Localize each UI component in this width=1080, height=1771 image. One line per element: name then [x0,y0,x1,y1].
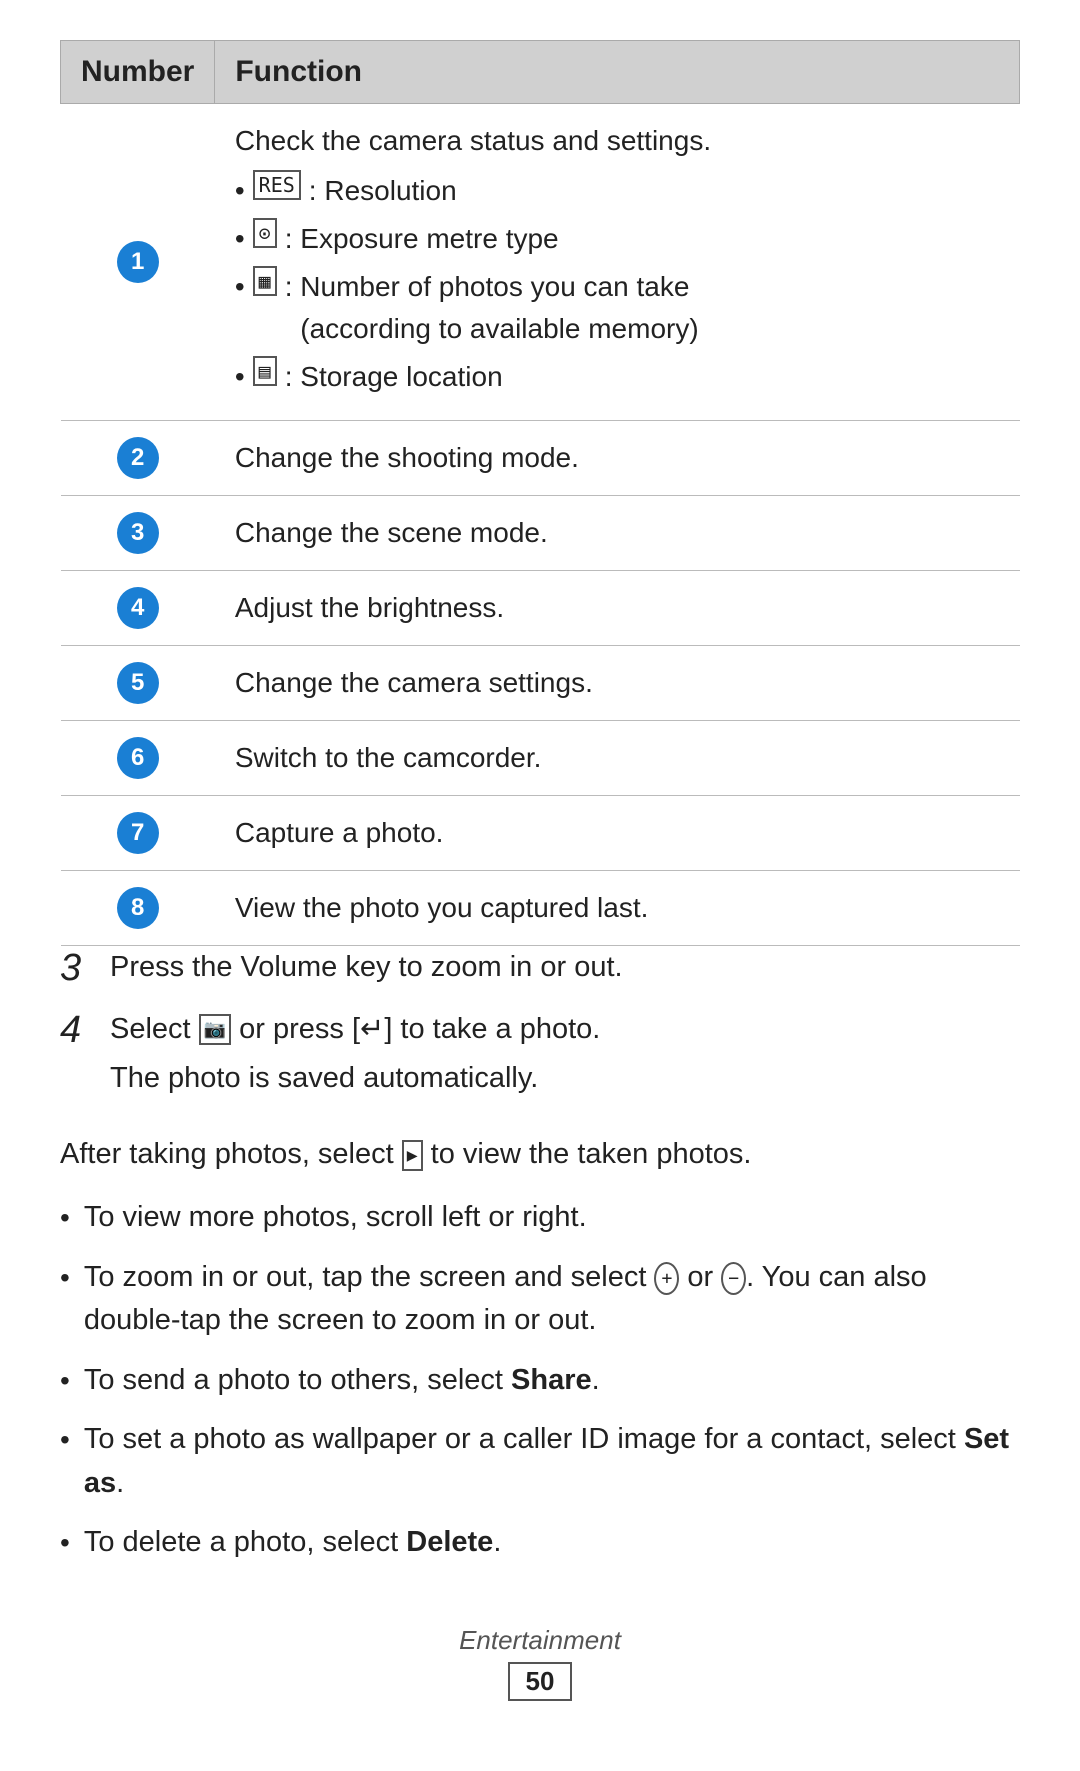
step-4-num: 4 [60,1008,110,1054]
zoom-in-icon: + [654,1262,679,1295]
table-row: 6 Switch to the camcorder. [61,721,1020,796]
bullet-1-3-text: : Number of photos you can take (accordi… [285,266,699,350]
function-5: Change the camera settings. [215,646,1020,721]
bullet-1-4: ▤ : Storage location [235,356,1000,398]
main-table: Number Function 1 Check the camera statu… [60,40,1020,946]
bullet-5-label: To delete a photo, select Delete. [84,1521,502,1565]
function-7-text: Capture a photo. [235,817,444,848]
function-6-text: Switch to the camcorder. [235,742,542,773]
circle-7: 7 [117,812,159,854]
res-icon: RES [253,170,301,200]
function-1-bullets: RES : Resolution ⊙ : Exposure metre type… [235,170,1000,398]
row-num-5: 5 [61,646,215,721]
table-row: 1 Check the camera status and settings. … [61,104,1020,421]
step-4-content: Select 📷 or press [↵] to take a photo. [110,1008,1020,1052]
circle-6: 6 [117,737,159,779]
step-3-num: 3 [60,946,110,992]
row-num-3: 3 [61,496,215,571]
function-4-text: Adjust the brightness. [235,592,504,623]
function-1-text: Check the camera status and settings. [235,125,711,156]
circle-5: 5 [117,662,159,704]
footer-page: 50 [508,1662,573,1701]
bullet-1-label: To view more photos, scroll left or righ… [84,1196,587,1240]
function-8-text: View the photo you captured last. [235,892,649,923]
circle-4: 4 [117,587,159,629]
function-3-text: Change the scene mode. [235,517,548,548]
step-4-sub: The photo is saved automatically. [110,1057,1020,1101]
col-header-function: Function [215,41,1020,104]
camera-icon: 📷 [199,1014,231,1045]
circle-3: 3 [117,512,159,554]
step-3: 3 Press the Volume key to zoom in or out… [60,946,1020,992]
bullet-2-label: To zoom in or out, tap the screen and se… [84,1256,1020,1343]
footer-label: Entertainment [60,1625,1020,1656]
col-header-number: Number [61,41,215,104]
function-7: Capture a photo. [215,796,1020,871]
table-row: 4 Adjust the brightness. [61,571,1020,646]
circle-8: 8 [117,887,159,929]
function-8: View the photo you captured last. [215,871,1020,946]
bullet-4-label: To set a photo as wallpaper or a caller … [84,1418,1020,1505]
zoom-out-icon: − [721,1262,746,1295]
row-num-1: 1 [61,104,215,421]
bullet-item-2: To zoom in or out, tap the screen and se… [60,1256,1020,1343]
exposure-icon: ⊙ [253,218,277,248]
function-2-text: Change the shooting mode. [235,442,579,473]
table-row: 8 View the photo you captured last. [61,871,1020,946]
function-5-text: Change the camera settings. [235,667,593,698]
bullet-3-label: To send a photo to others, select Share. [84,1359,600,1403]
bullet-list: To view more photos, scroll left or righ… [60,1196,1020,1565]
table-row: 7 Capture a photo. [61,796,1020,871]
function-4: Adjust the brightness. [215,571,1020,646]
footer: Entertainment 50 [60,1625,1020,1701]
row-num-4: 4 [61,571,215,646]
bullet-item-4: To set a photo as wallpaper or a caller … [60,1418,1020,1505]
photos-icon: ▦ [253,266,277,296]
step-4: 4 Select 📷 or press [↵] to take a photo. [60,1008,1020,1054]
row-num-6: 6 [61,721,215,796]
bullet-1-3: ▦ : Number of photos you can take (accor… [235,266,1000,350]
table-row: 3 Change the scene mode. [61,496,1020,571]
bullet-1-1-text: : Resolution [309,170,457,212]
function-6: Switch to the camcorder. [215,721,1020,796]
function-3: Change the scene mode. [215,496,1020,571]
row-num-7: 7 [61,796,215,871]
setas-bold: Set as [84,1423,1009,1499]
bullet-1-1: RES : Resolution [235,170,1000,212]
circle-2: 2 [117,437,159,479]
bullet-1-4-text: : Storage location [285,356,503,398]
function-1: Check the camera status and settings. RE… [215,104,1020,421]
view-icon: ▶ [402,1140,423,1171]
bullet-item-5: To delete a photo, select Delete. [60,1521,1020,1565]
function-2: Change the shooting mode. [215,421,1020,496]
storage-icon: ▤ [253,356,277,386]
step-3-content: Press the Volume key to zoom in or out. [110,946,1020,990]
bullet-item-1: To view more photos, scroll left or righ… [60,1196,1020,1240]
bullet-item-3: To send a photo to others, select Share. [60,1359,1020,1403]
table-row: 2 Change the shooting mode. [61,421,1020,496]
bullet-1-2-text: : Exposure metre type [285,218,559,260]
delete-bold: Delete [406,1526,493,1558]
row-num-8: 8 [61,871,215,946]
bullet-1-2: ⊙ : Exposure metre type [235,218,1000,260]
circle-1: 1 [117,241,159,283]
row-num-2: 2 [61,421,215,496]
share-bold: Share [511,1364,592,1396]
table-row: 5 Change the camera settings. [61,646,1020,721]
after-text: After taking photos, select ▶ to view th… [60,1133,1020,1177]
